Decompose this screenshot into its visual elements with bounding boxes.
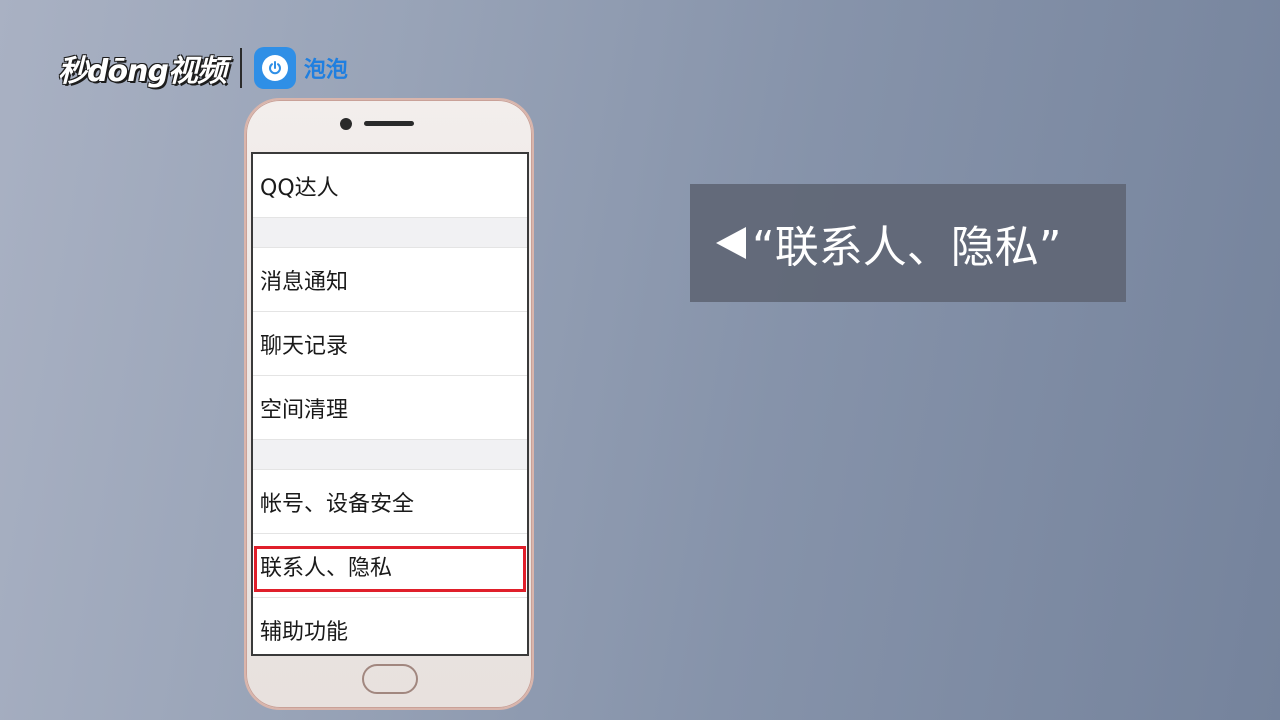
settings-item-label: 空间清理 bbox=[260, 397, 349, 423]
settings-item-qq-daren[interactable]: QQ达人 bbox=[253, 154, 527, 218]
caption-text: “联系人、隐私” bbox=[752, 222, 1062, 273]
settings-item-label: 消息通知 bbox=[260, 269, 349, 295]
front-camera bbox=[340, 118, 352, 130]
brand-sub-label: 泡泡 bbox=[303, 58, 348, 83]
settings-item-account-security[interactable]: 帐号、设备安全 bbox=[253, 470, 527, 534]
phone-mockup: QQ达人 消息通知 聊天记录 空间清理 帐号、设备安全 联系人、隐私 辅助功能 bbox=[244, 98, 534, 710]
settings-item-accessibility[interactable]: 辅助功能 bbox=[253, 598, 527, 654]
settings-item-label: 辅助功能 bbox=[260, 619, 349, 645]
power-bubble-icon bbox=[253, 47, 296, 89]
section-divider bbox=[253, 218, 527, 248]
settings-item-chat-history[interactable]: 聊天记录 bbox=[253, 312, 527, 376]
settings-item-contacts-privacy[interactable]: 联系人、隐私 bbox=[253, 534, 527, 598]
earpiece-speaker bbox=[364, 121, 414, 126]
settings-item-label: 聊天记录 bbox=[260, 333, 349, 359]
settings-item-label: QQ达人 bbox=[260, 175, 339, 201]
settings-item-storage-cleanup[interactable]: 空间清理 bbox=[253, 376, 527, 440]
watermark-logo: 秒dōng视频 泡泡 bbox=[58, 46, 348, 90]
instruction-caption: “联系人、隐私” bbox=[690, 184, 1126, 302]
settings-item-label: 帐号、设备安全 bbox=[260, 491, 415, 517]
section-divider bbox=[253, 440, 527, 470]
settings-item-label: 联系人、隐私 bbox=[260, 555, 393, 581]
logo-divider bbox=[239, 48, 242, 88]
home-button bbox=[362, 664, 418, 694]
left-triangle-icon bbox=[716, 227, 746, 259]
brand-wordmark: 秒dōng视频 bbox=[58, 54, 227, 89]
settings-item-notifications[interactable]: 消息通知 bbox=[253, 248, 527, 312]
phone-screen: QQ达人 消息通知 聊天记录 空间清理 帐号、设备安全 联系人、隐私 辅助功能 bbox=[251, 152, 529, 656]
